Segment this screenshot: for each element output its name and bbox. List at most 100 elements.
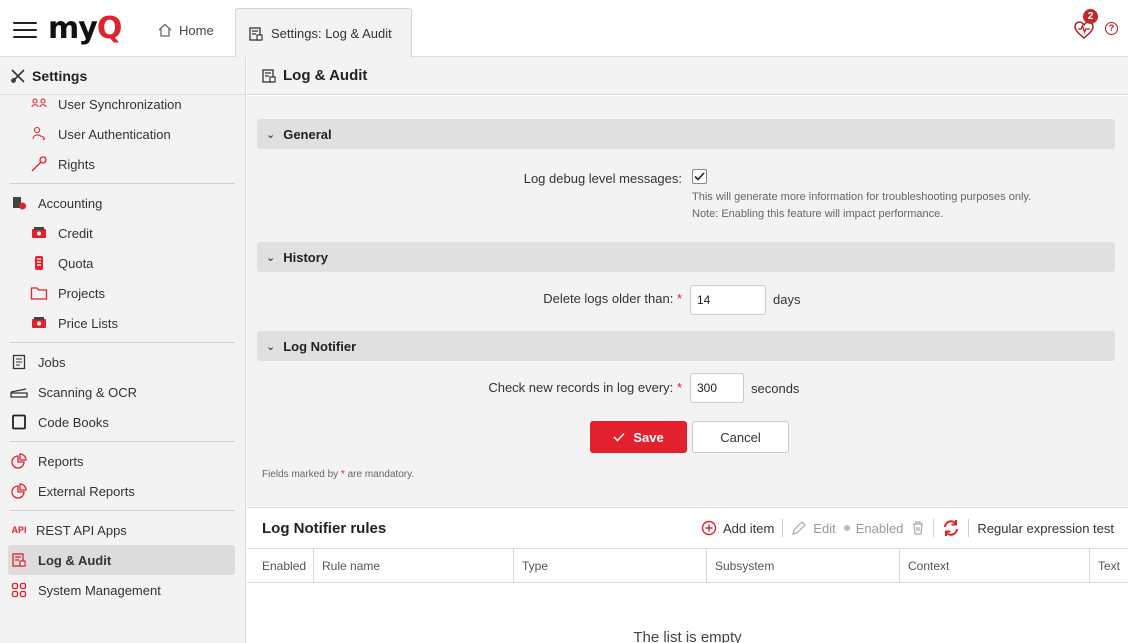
sidebar-item-label: REST API Apps: [36, 522, 127, 538]
check-icon: [613, 432, 625, 442]
section-log-notifier-header[interactable]: ⌄ Log Notifier: [257, 331, 1115, 361]
save-button[interactable]: Save: [590, 421, 687, 453]
mandatory-suffix: are mandatory.: [347, 469, 415, 480]
api-icon: API: [11, 525, 27, 535]
debug-label: Log debug level messages:: [523, 171, 682, 186]
sidebar-item-scanning-ocr[interactable]: Scanning & OCR: [0, 377, 245, 407]
rules-toolbar: Add item Edit Enabled Regular expression…: [701, 519, 1114, 537]
sidebar-item-credit[interactable]: Credit: [0, 218, 245, 248]
debug-hint-line1: This will generate more information for …: [692, 191, 1032, 203]
health-alerts-button[interactable]: 2: [1073, 8, 1098, 39]
sidebar-item-rest-api-apps[interactable]: API REST API Apps: [0, 515, 245, 545]
toolbar-divider: [782, 519, 784, 537]
home-tab[interactable]: Home: [157, 22, 214, 38]
sidebar-item-quota[interactable]: Quota: [0, 248, 245, 278]
chevron-down-icon: ⌄: [266, 128, 276, 141]
column-type[interactable]: Type: [513, 549, 706, 583]
log-audit-icon: [12, 553, 26, 567]
sidebar-item-label: Reports: [38, 453, 84, 469]
sidebar-item-label: Scanning & OCR: [38, 384, 137, 400]
document-icon: [12, 354, 26, 370]
users-sync-icon: [31, 98, 47, 108]
sidebar-item-label: Jobs: [38, 354, 66, 370]
sidebar-item-user-authentication[interactable]: User Authentication: [0, 119, 245, 149]
sidebar-item-label: Accounting: [38, 195, 103, 211]
column-text[interactable]: Text: [1089, 549, 1128, 583]
mandatory-note: Fields marked by * are mandatory.: [262, 469, 414, 480]
mandatory-prefix: Fields marked by: [262, 469, 339, 480]
check-records-label: Check new records in log every: *: [377, 380, 682, 395]
sidebar-item-accounting[interactable]: Accounting: [0, 188, 245, 218]
section-history-header[interactable]: ⌄ History: [257, 242, 1115, 272]
sidebar-divider: [10, 342, 235, 343]
sidebar-item-label: User Synchronization: [58, 96, 182, 112]
sidebar-item-reports[interactable]: Reports: [0, 446, 245, 476]
sidebar-item-label: System Management: [38, 582, 161, 598]
section-general-header[interactable]: ⌄ General: [257, 119, 1115, 149]
hamburger-menu-icon[interactable]: [13, 22, 37, 38]
pencil-icon: [792, 521, 807, 535]
required-mark: *: [676, 291, 682, 306]
active-tab-label: Settings: Log & Audit: [271, 26, 392, 41]
delete-logs-input[interactable]: [690, 285, 766, 315]
delete-logs-unit: days: [773, 292, 801, 307]
sidebar-item-log-audit[interactable]: Log & Audit: [8, 545, 235, 575]
rules-header: Log Notifier rules Add item Edit Enabled: [247, 507, 1128, 549]
section-title: History: [283, 249, 329, 265]
sidebar-item-projects[interactable]: Projects: [0, 278, 245, 308]
chevron-down-icon: ⌄: [266, 340, 276, 353]
tools-icon: [11, 68, 25, 83]
plus-circle-icon: [701, 520, 717, 536]
sidebar-item-rights[interactable]: Rights: [0, 149, 245, 179]
sidebar-item-external-reports[interactable]: External Reports: [0, 476, 245, 506]
section-title: General: [283, 126, 332, 142]
rules-table-header: Enabled Rule name Type Subsystem Context…: [247, 549, 1128, 583]
add-item-button[interactable]: Add item: [701, 520, 774, 536]
save-button-label: Save: [633, 429, 664, 445]
checkmark-icon: [694, 172, 705, 181]
edit-button[interactable]: Edit: [791, 520, 836, 536]
regex-test-label: Regular expression test: [977, 520, 1114, 536]
help-icon[interactable]: ?: [1105, 22, 1118, 35]
column-rule-name[interactable]: Rule name: [313, 549, 513, 583]
section-title: Log Notifier: [283, 338, 357, 354]
sidebar-item-label: User Authentication: [58, 126, 171, 142]
pie-chart-icon: [11, 483, 27, 499]
user-key-icon: [32, 126, 46, 141]
home-tab-label: Home: [179, 22, 214, 38]
column-context[interactable]: Context: [899, 549, 1089, 583]
add-item-label: Add item: [722, 520, 775, 536]
debug-checkbox[interactable]: [692, 169, 707, 184]
myq-logo[interactable]: myQ: [48, 14, 122, 44]
column-enabled[interactable]: Enabled: [247, 549, 313, 583]
tab-log-audit[interactable]: Settings: Log & Audit: [235, 8, 412, 58]
sidebar-item-jobs[interactable]: Jobs: [0, 347, 245, 377]
sidebar-item-user-synchronization[interactable]: User Synchronization: [0, 89, 245, 119]
empty-list-message: The list is empty: [633, 629, 742, 643]
sidebar-title: Settings: [32, 67, 88, 84]
required-mark: *: [340, 469, 345, 480]
check-records-label-text: Check new records in log every:: [488, 380, 674, 395]
delete-logs-label-text: Delete logs older than:: [543, 291, 674, 306]
log-audit-icon: [249, 26, 263, 41]
dot-icon: [843, 525, 850, 531]
credit-icon: [32, 227, 46, 238]
required-mark: *: [676, 380, 682, 395]
trash-icon: [913, 521, 924, 535]
check-records-input[interactable]: [690, 373, 744, 403]
sidebar-item-price-lists[interactable]: Price Lists: [0, 308, 245, 338]
cancel-button[interactable]: Cancel: [692, 421, 789, 453]
column-subsystem[interactable]: Subsystem: [706, 549, 899, 583]
folder-icon: [30, 287, 48, 300]
sidebar-item-label: Quota: [58, 255, 94, 271]
sidebar-item-system-management[interactable]: System Management: [0, 575, 245, 605]
sidebar-item-code-books[interactable]: Code Books: [0, 407, 245, 437]
delete-logs-label: Delete logs older than: *: [377, 291, 682, 306]
regex-test-button[interactable]: Regular expression test: [977, 521, 1114, 536]
sidebar-item-label: Price Lists: [58, 315, 118, 331]
enabled-toggle-button[interactable]: Enabled: [843, 521, 903, 536]
delete-button[interactable]: [911, 520, 925, 536]
refresh-button[interactable]: [942, 519, 960, 537]
toolbar-divider: [968, 519, 970, 537]
debug-hint-line2: Note: Enabling this feature will impact …: [692, 208, 944, 220]
